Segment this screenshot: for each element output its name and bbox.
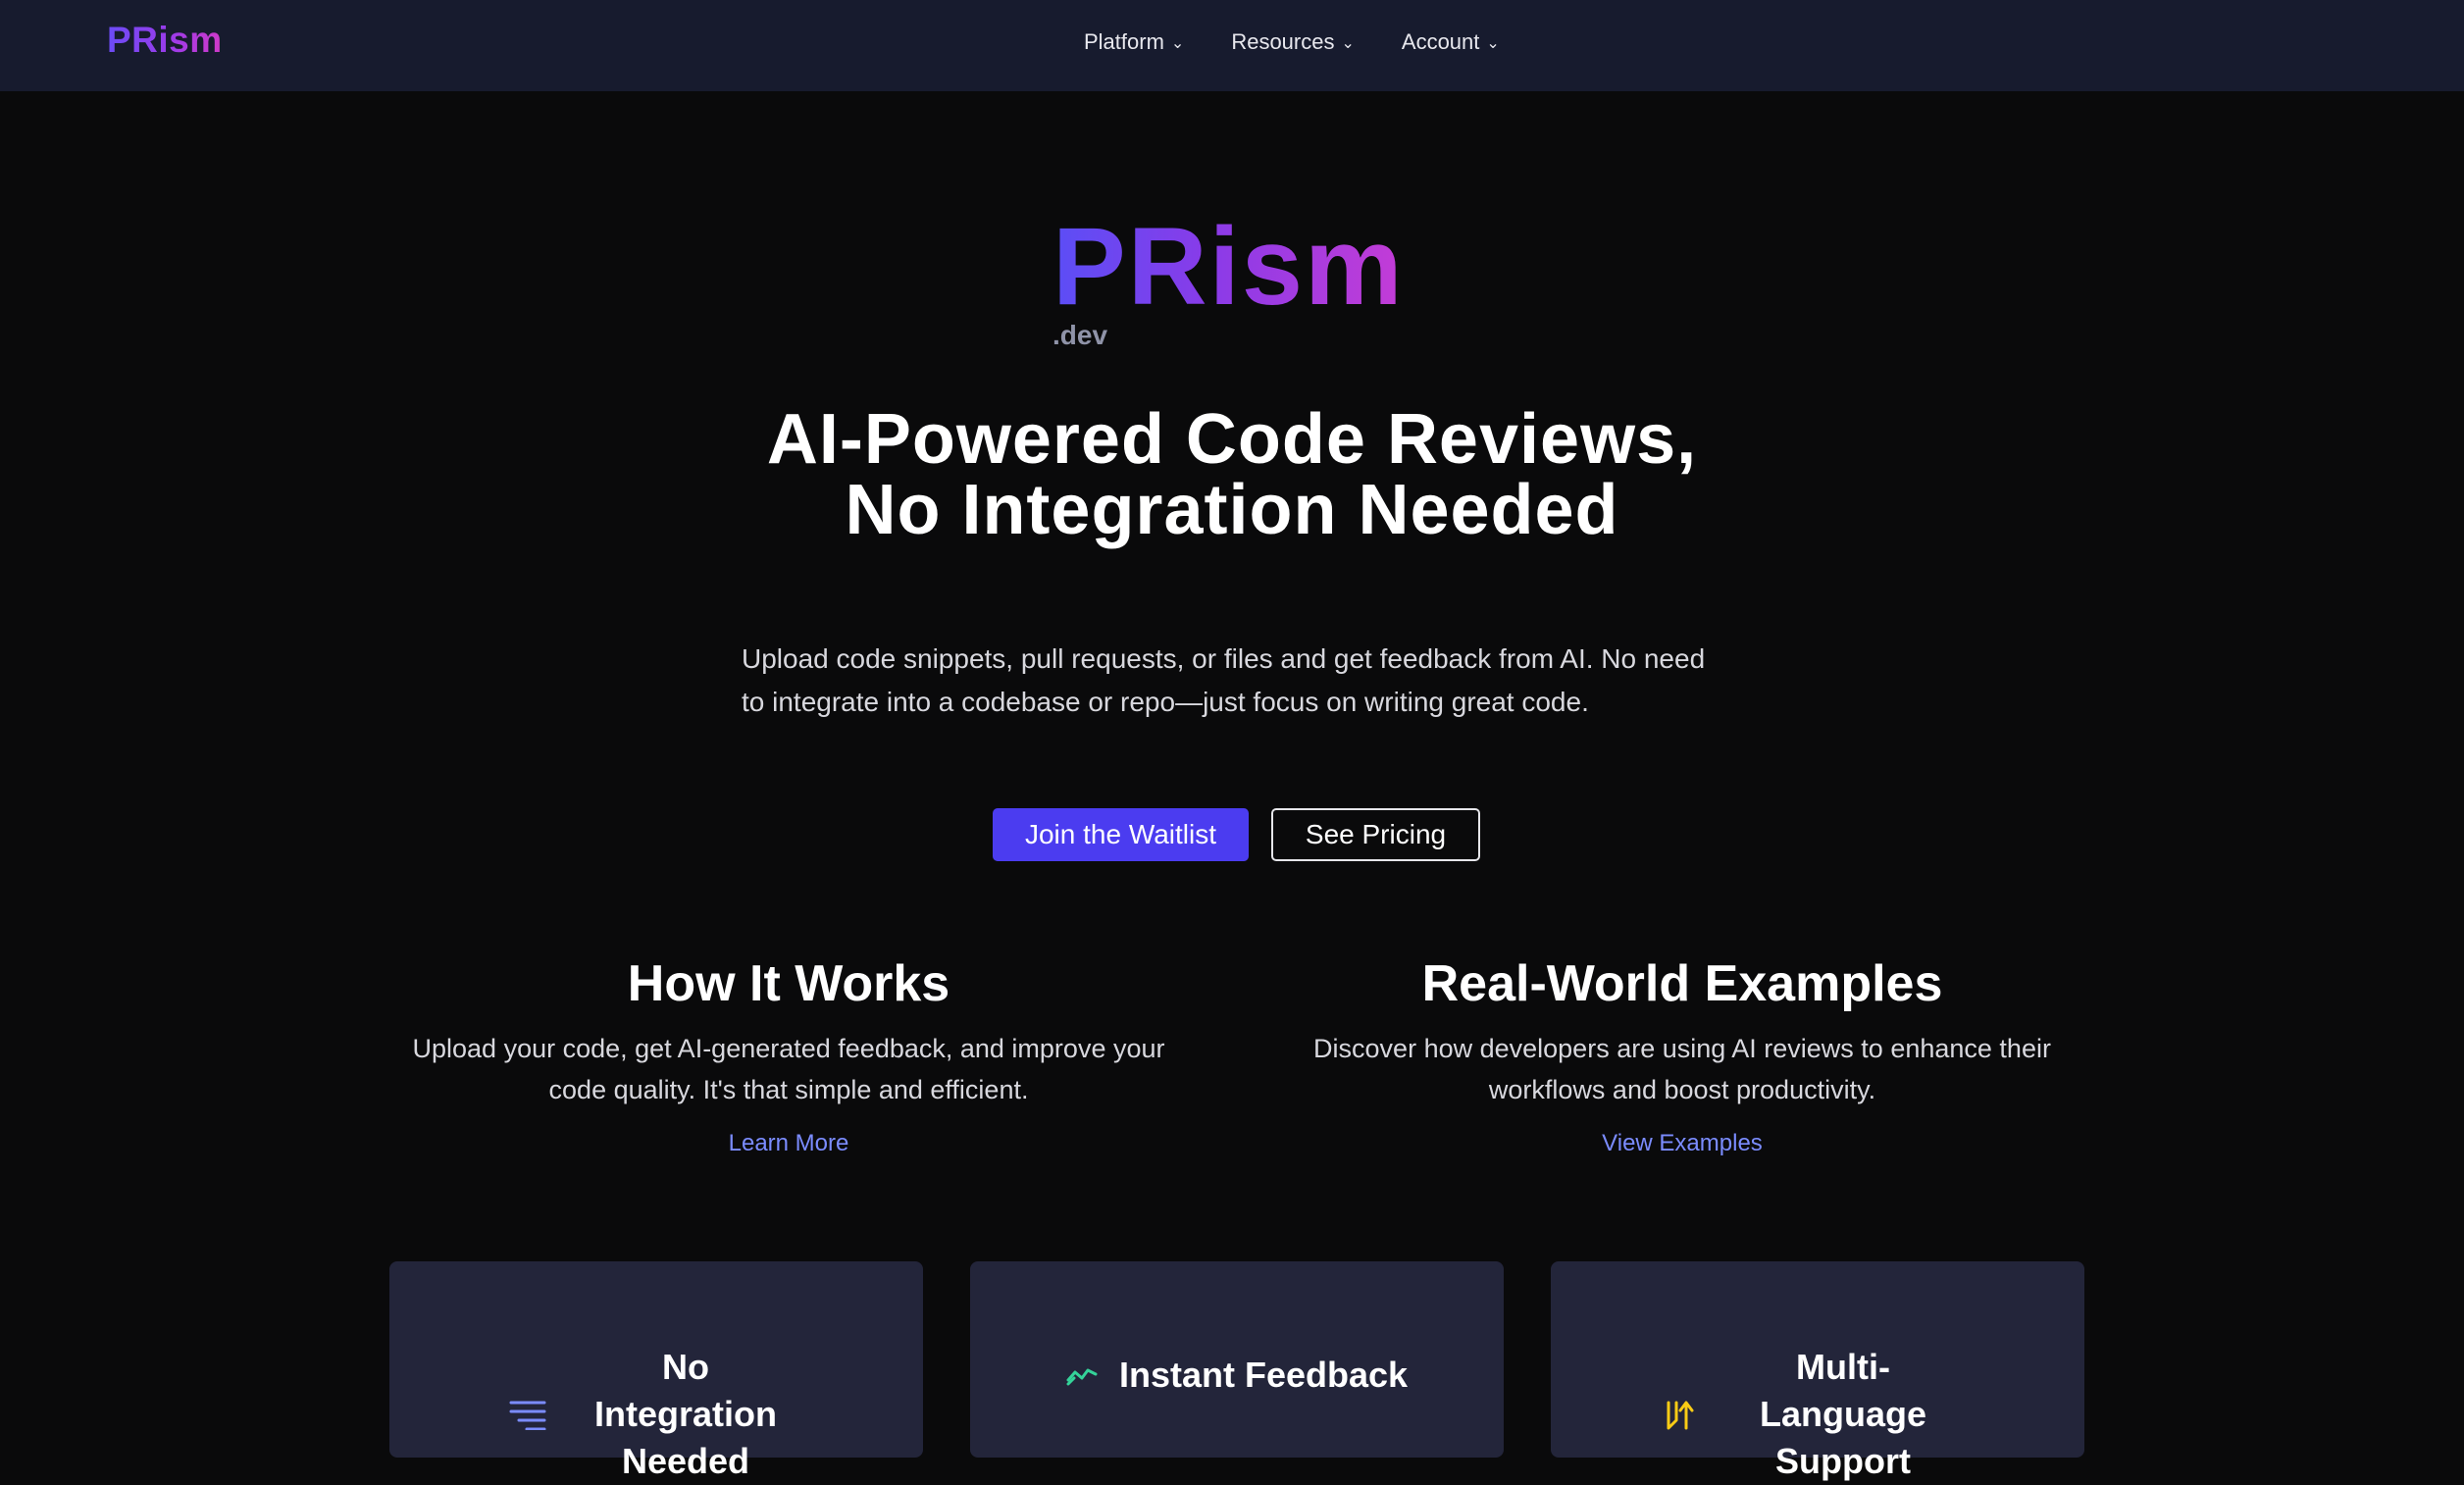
learn-more-link[interactable]: Learn More <box>729 1130 849 1157</box>
hero-subtext: Upload code snippets, pull requests, or … <box>742 643 1706 717</box>
nav-logo[interactable]: PRism <box>107 20 223 61</box>
join-waitlist-button[interactable]: Join the Waitlist <box>993 808 1249 861</box>
section-title: How It Works <box>627 955 950 1012</box>
top-navbar: PRism Platform ⌄ Resources ⌄ Account ⌄ <box>0 0 2464 91</box>
section-title: Real-World Examples <box>1421 955 1943 1012</box>
nav-item-resources[interactable]: Resources ⌄ <box>1231 29 1355 55</box>
how-it-works-section: How It Works Upload your code, get AI-ge… <box>396 949 1181 1157</box>
nav-item-label: Account <box>1401 29 1480 54</box>
section-body: Discover how developers are using AI rev… <box>1313 1034 2051 1104</box>
chevron-down-icon: ⌄ <box>1486 35 1500 52</box>
nav-item-account[interactable]: Account ⌄ <box>1402 29 1500 55</box>
feature-title: Instant Feedback <box>1118 1355 1409 1395</box>
hero-logo: PRism <box>1052 205 1405 328</box>
nav-item-label: Platform <box>1084 29 1164 54</box>
hero-logo-suffix: .dev <box>1052 320 1108 350</box>
feature-title: Multi-Language Support <box>1759 1347 1926 1481</box>
nav-menu: Platform ⌄ Resources ⌄ Account ⌄ <box>1084 29 1500 55</box>
feature-card-header: Instant Feedback <box>970 1352 1504 1399</box>
list-lines-icon <box>509 1399 546 1430</box>
section-body: Upload your code, get AI-generated feedb… <box>412 1034 1165 1104</box>
feature-card: Instant Feedback <box>970 1261 1504 1458</box>
see-pricing-button[interactable]: See Pricing <box>1271 808 1480 861</box>
feature-card-header: Multi-Language Support <box>1551 1344 2084 1485</box>
feature-card: Multi-Language Support <box>1551 1261 2084 1481</box>
trend-line-icon <box>1066 1364 1098 1386</box>
chevron-down-icon: ⌄ <box>1341 35 1355 52</box>
nav-item-label: Resources <box>1231 29 1335 54</box>
hero-headline: AI-Powered Code Reviews, No Integration … <box>766 400 1698 549</box>
view-examples-link[interactable]: View Examples <box>1602 1130 1763 1157</box>
real-world-examples-section: Real-World Examples Discover how develop… <box>1290 949 2075 1157</box>
code-arrows-icon <box>1665 1397 1694 1432</box>
feature-card: No Integration Needed <box>389 1261 923 1481</box>
feature-title: No Integration Needed <box>594 1347 777 1481</box>
chevron-down-icon: ⌄ <box>1170 35 1185 52</box>
feature-card-header: No Integration Needed <box>389 1344 923 1485</box>
nav-item-platform[interactable]: Platform ⌄ <box>1084 29 1184 55</box>
